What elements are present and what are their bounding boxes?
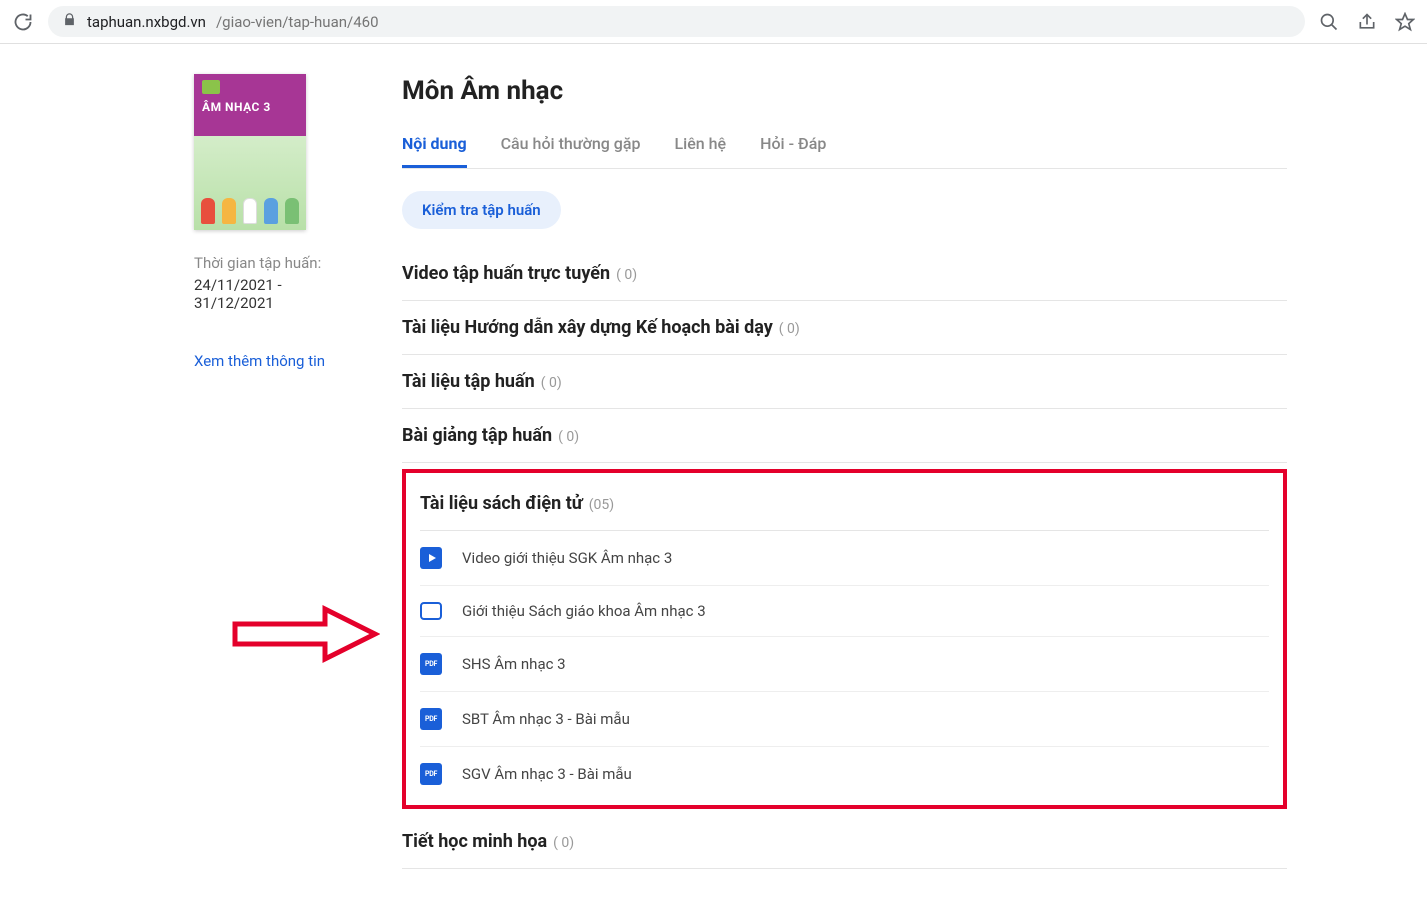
section-title: Tiết học minh họa <box>402 831 547 852</box>
section-count: ( 0) <box>616 267 637 283</box>
section-header-3[interactable]: Bài giảng tập huấn ( 0) <box>402 425 1287 446</box>
training-time-label: Thời gian tập huấn: <box>194 254 360 272</box>
section-count: ( 0) <box>553 835 574 851</box>
doc-item-2[interactable]: PDF SHS Âm nhạc 3 <box>420 637 1269 692</box>
doc-label: Giới thiệu Sách giáo khoa Âm nhạc 3 <box>462 602 706 620</box>
section-count: ( 0) <box>541 375 562 391</box>
doc-label: SGV Âm nhạc 3 - Bài mẫu <box>462 765 632 783</box>
url-host: taphuan.nxbgd.vn <box>87 13 206 31</box>
book-title: ÂM NHẠC 3 <box>202 100 298 114</box>
star-icon[interactable] <box>1395 12 1415 32</box>
page-title: Môn Âm nhạc <box>402 76 1287 106</box>
url-path: /giao-vien/tap-huan/460 <box>216 13 379 31</box>
section-header-1[interactable]: Tài liệu Hướng dẫn xây dựng Kế hoạch bài… <box>402 317 1287 338</box>
training-time-value: 24/11/2021 - 31/12/2021 <box>194 276 360 312</box>
test-training-button[interactable]: Kiểm tra tập huấn <box>402 191 561 229</box>
slide-icon <box>420 602 442 620</box>
section-title: Tài liệu sách điện tử <box>420 493 583 514</box>
pdf-icon: PDF <box>420 653 442 675</box>
doc-item-1[interactable]: Giới thiệu Sách giáo khoa Âm nhạc 3 <box>420 586 1269 637</box>
book-cover[interactable]: ÂM NHẠC 3 <box>194 74 306 230</box>
address-box[interactable]: taphuan.nxbgd.vn/giao-vien/tap-huan/460 <box>48 6 1305 37</box>
reload-button[interactable] <box>12 11 34 33</box>
doc-label: Video giới thiệu SGK Âm nhạc 3 <box>462 549 672 567</box>
tab-0[interactable]: Nội dung <box>402 134 467 168</box>
doc-item-3[interactable]: PDF SBT Âm nhạc 3 - Bài mẫu <box>420 692 1269 747</box>
section-title: Video tập huấn trực tuyến <box>402 263 610 284</box>
play-icon <box>420 547 442 569</box>
arrow-annotation-icon <box>230 604 380 668</box>
sidebar: ÂM NHẠC 3 Thời gian tập huấn: 24/11/2021… <box>140 64 360 869</box>
section-header-demo-lesson[interactable]: Tiết học minh họa ( 0) <box>402 831 1287 852</box>
tab-3[interactable]: Hỏi - Đáp <box>760 134 826 168</box>
share-icon[interactable] <box>1357 12 1377 32</box>
section-header-ebooks[interactable]: Tài liệu sách điện tử (05) <box>420 493 1269 514</box>
doc-label: SBT Âm nhạc 3 - Bài mẫu <box>462 710 630 728</box>
tab-2[interactable]: Liên hệ <box>674 134 726 168</box>
section-count: ( 0) <box>779 321 800 337</box>
doc-item-4[interactable]: PDF SGV Âm nhạc 3 - Bài mẫu <box>420 747 1269 801</box>
tab-bar: Nội dung Câu hỏi thường gặp Liên hệ Hỏi - Đ… <box>402 134 1287 169</box>
doc-item-0[interactable]: Video giới thiệu SGK Âm nhạc 3 <box>420 531 1269 586</box>
browser-address-bar: taphuan.nxbgd.vn/giao-vien/tap-huan/460 <box>0 0 1427 44</box>
main-content: Môn Âm nhạc Nội dung Câu hỏi thường gặp Li… <box>402 64 1287 869</box>
section-count: ( 0) <box>558 429 579 445</box>
doc-label: SHS Âm nhạc 3 <box>462 655 566 673</box>
cover-illustration <box>194 198 306 224</box>
highlighted-section-box: Tài liệu sách điện tử (05) Video giới th… <box>402 469 1287 809</box>
pdf-icon: PDF <box>420 763 442 785</box>
section-header-2[interactable]: Tài liệu tập huấn ( 0) <box>402 371 1287 392</box>
section-count: (05) <box>589 497 614 513</box>
publisher-logo-icon <box>202 80 220 94</box>
section-title: Tài liệu Hướng dẫn xây dựng Kế hoạch bài… <box>402 317 773 338</box>
section-title: Bài giảng tập huấn <box>402 425 552 446</box>
more-info-link[interactable]: Xem thêm thông tin <box>194 352 360 370</box>
zoom-icon[interactable] <box>1319 12 1339 32</box>
section-header-0[interactable]: Video tập huấn trực tuyến ( 0) <box>402 263 1287 284</box>
lock-icon <box>62 12 77 31</box>
section-title: Tài liệu tập huấn <box>402 371 535 392</box>
browser-action-icons <box>1319 12 1415 32</box>
pdf-icon: PDF <box>420 708 442 730</box>
tab-1[interactable]: Câu hỏi thường gặp <box>501 134 641 168</box>
